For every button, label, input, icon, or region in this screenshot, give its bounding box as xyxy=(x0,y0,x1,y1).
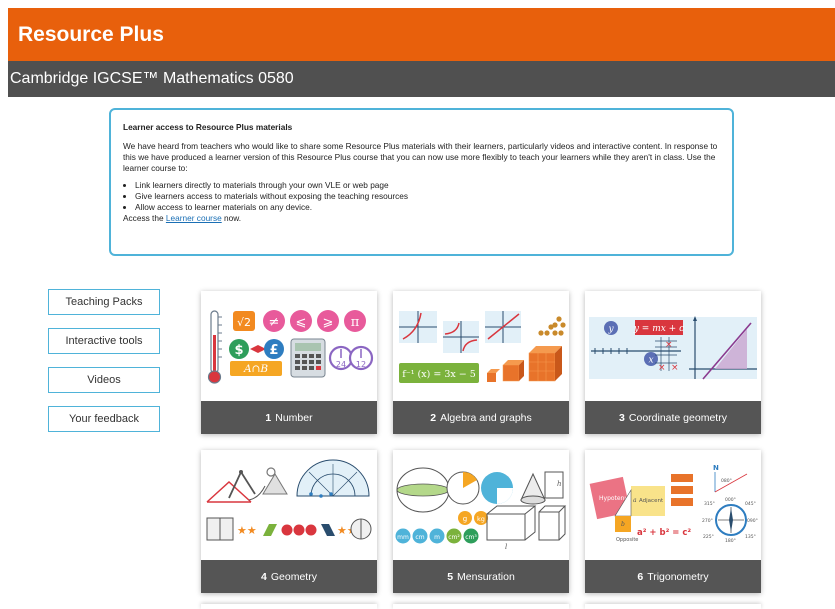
graph-panel-2 xyxy=(443,321,479,353)
notice-heading: Learner access to Resource Plus material… xyxy=(123,122,293,132)
notice-body: We have heard from teachers who would li… xyxy=(123,141,718,173)
svg-text:180°: 180° xyxy=(725,538,736,544)
course-title: Cambridge IGCSE™ Mathematics 0580 xyxy=(10,70,294,87)
star-pattern: ★★ xyxy=(237,524,257,537)
y-badge-text: y xyxy=(607,325,614,335)
interactive-tools-button[interactable]: Interactive tools xyxy=(48,328,160,354)
dollar-text: $ xyxy=(234,343,243,358)
geq-text: ⩾ xyxy=(323,315,334,330)
teaching-packs-button[interactable]: Teaching Packs xyxy=(48,289,160,315)
adjacent-label: Adjacent xyxy=(639,498,664,504)
topic-card-partial[interactable] xyxy=(585,604,761,609)
svg-text:mm: mm xyxy=(397,534,409,541)
algebra-illustration: f⁻¹ (x) = 3x − 5 xyxy=(393,291,569,401)
number-illustration: √2 ≠ ⩽ ⩾ π $ £ A∩B 24 12 xyxy=(201,291,377,401)
svg-text:cm²: cm² xyxy=(448,534,460,541)
videos-button[interactable]: Videos xyxy=(48,367,160,393)
svg-text:315°: 315° xyxy=(704,501,715,507)
svg-text:×: × xyxy=(658,363,666,373)
notice-bullet: Allow access to learner materials on any… xyxy=(135,202,720,213)
neq-text: ≠ xyxy=(269,315,280,330)
set-text: A∩B xyxy=(243,363,268,375)
line-equation-text: y = mx + c xyxy=(633,324,684,334)
notice-bullet: Link learners directly to materials thro… xyxy=(135,180,720,191)
clock-24-text: 24 xyxy=(336,360,346,369)
svg-text:×: × xyxy=(671,363,679,373)
svg-text:270°: 270° xyxy=(702,518,713,524)
brand-title: Resource Plus xyxy=(18,22,164,46)
notice-bullet: Give learners access to materials withou… xyxy=(135,191,720,202)
your-feedback-button[interactable]: Your feedback xyxy=(48,406,160,432)
topic-card-number[interactable]: √2 ≠ ⩽ ⩾ π $ £ A∩B 24 12 1 Number xyxy=(201,291,377,434)
learner-course-link[interactable]: Learner course xyxy=(166,213,222,223)
svg-text:cm: cm xyxy=(415,534,424,541)
svg-text:kg: kg xyxy=(477,515,485,523)
card-label: 1 Number xyxy=(201,401,377,434)
access-prefix: Access the xyxy=(123,213,164,223)
card-label: 5 Mensuration xyxy=(393,560,569,593)
card-label: 6 Trigonometry xyxy=(585,560,761,593)
pi-text: π xyxy=(351,315,360,330)
card-label: 4 Geometry xyxy=(201,560,377,593)
coordinate-illustration: y x y = mx + c × × × xyxy=(585,291,761,401)
clock-12-text: 12 xyxy=(356,360,366,369)
pythagoras-text: a² + b² = c² xyxy=(637,528,691,538)
svg-text:090°: 090° xyxy=(747,518,758,524)
learner-access-notice: Learner access to Resource Plus material… xyxy=(109,108,734,256)
geometry-illustration: ★★ ★★ xyxy=(201,450,377,560)
svg-text:h: h xyxy=(557,480,562,488)
sqrt-text: √2 xyxy=(237,316,251,329)
svg-text:a: a xyxy=(633,497,637,504)
card-label: 3 Coordinate geometry xyxy=(585,401,761,434)
pound-text: £ xyxy=(269,343,278,358)
svg-text:080°: 080° xyxy=(721,478,732,484)
svg-text:cm³: cm³ xyxy=(465,534,477,541)
card-label: 2 Algebra and graphs xyxy=(393,401,569,434)
notice-access-line: Access the Learner course now. xyxy=(123,213,720,224)
svg-text:135°: 135° xyxy=(745,534,756,540)
topic-card-trigonometry[interactable]: Hypotenuse Adjacent Opposite b a a² + b²… xyxy=(585,450,761,593)
access-suffix: now. xyxy=(224,213,242,223)
course-header: Cambridge IGCSE™ Mathematics 0580 xyxy=(8,61,835,97)
svg-text:045°: 045° xyxy=(745,501,756,507)
svg-text:×: × xyxy=(665,340,673,350)
topic-card-coordinate-geometry[interactable]: y x y = mx + c × × × 3 Coordinate geometr… xyxy=(585,291,761,434)
svg-text:b: b xyxy=(621,521,625,528)
compass-rose-icon xyxy=(715,504,747,536)
svg-text:225°: 225° xyxy=(703,534,714,540)
side-navigation: Teaching Packs Interactive tools Videos … xyxy=(48,289,160,445)
svg-text:m: m xyxy=(434,534,440,541)
leq-text: ⩽ xyxy=(296,315,307,330)
topic-card-algebra-and-graphs[interactable]: f⁻¹ (x) = 3x − 5 2 Algebra and graphs xyxy=(393,291,569,434)
svg-text:l: l xyxy=(505,543,507,551)
topic-card-partial[interactable] xyxy=(201,604,377,609)
topic-card-geometry[interactable]: ★★ ★★ 4 Geometry xyxy=(201,450,377,593)
top-header: Resource Plus xyxy=(8,8,835,61)
topic-card-mensuration[interactable]: h g kg mm cm m cm² cm³ l 5 Mensuration xyxy=(393,450,569,593)
graph-panel-3 xyxy=(485,311,521,343)
trigonometry-illustration: Hypotenuse Adjacent Opposite b a a² + b²… xyxy=(585,450,761,560)
svg-text:N: N xyxy=(713,464,719,472)
topic-card-partial[interactable] xyxy=(393,604,569,609)
svg-text:g: g xyxy=(463,515,467,523)
x-badge-text: x xyxy=(648,356,653,366)
graph-panel-1 xyxy=(399,311,437,343)
book-icon xyxy=(206,517,234,541)
notice-bullet-list: Link learners directly to materials thro… xyxy=(123,180,720,213)
svg-text:000°: 000° xyxy=(725,497,736,503)
calculator-icon xyxy=(290,338,326,378)
equation-text: f⁻¹ (x) = 3x − 5 xyxy=(402,369,476,380)
mensuration-illustration: h g kg mm cm m cm² cm³ l xyxy=(393,450,569,560)
